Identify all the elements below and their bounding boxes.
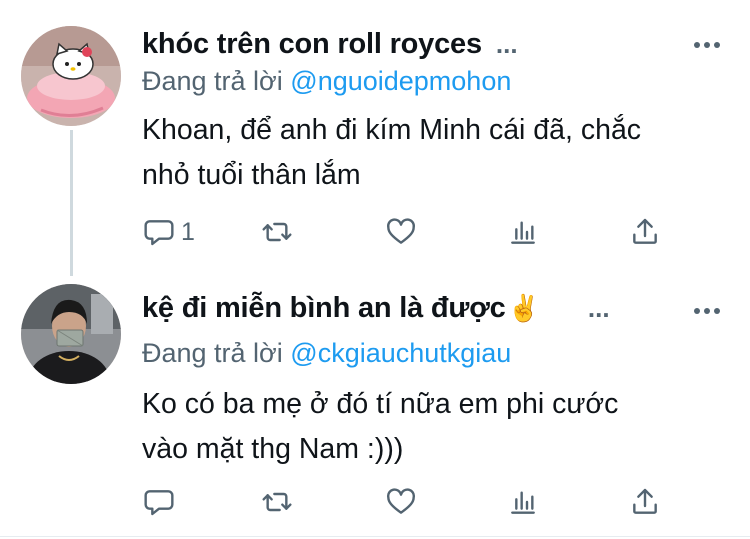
more-dots-icon[interactable]	[694, 34, 724, 56]
like-button[interactable]	[385, 482, 417, 522]
reply-thread: khóc trên con roll royces ... Đang trả l…	[0, 0, 750, 539]
tweet-text-line: Ko có ba mẹ ở đó tí nữa em phi cước	[142, 388, 619, 420]
reply-count: 1	[181, 217, 195, 246]
avatar[interactable]	[21, 284, 121, 384]
person-avatar	[21, 284, 121, 384]
more-dots-icon[interactable]	[694, 300, 724, 322]
action-bar	[0, 482, 750, 522]
author-row: kệ đi miễn bình an là được ✌️ ...	[142, 292, 610, 325]
replying-to: Đang trả lời @ckgiauchutkgiau	[142, 338, 511, 369]
bar-chart-icon	[511, 221, 535, 244]
name-truncation: ...	[495, 29, 518, 59]
tweet-text-line: nhỏ tuổi thân lắm	[142, 159, 361, 191]
victory-hand-emoji: ✌️	[507, 293, 540, 323]
author-row: khóc trên con roll royces ...	[142, 28, 518, 61]
reply-button[interactable]: 1	[143, 212, 195, 252]
name-truncation: ...	[587, 293, 610, 323]
tweet-text: Khoan, để anh đi kím Minh cái đã, chắc n…	[142, 108, 732, 198]
heart-icon	[387, 218, 415, 244]
share-upload-icon	[633, 488, 657, 514]
tweet[interactable]: kệ đi miễn bình an là được ✌️ ... Đang t…	[0, 268, 750, 536]
replying-to-label: Đang trả lời	[142, 338, 283, 368]
share-button[interactable]	[629, 212, 661, 252]
share-button[interactable]	[629, 482, 661, 522]
like-button[interactable]	[385, 212, 417, 252]
retweet-icon	[262, 222, 292, 242]
heart-icon	[387, 488, 415, 514]
divider	[0, 536, 750, 537]
tweet-text: Ko có ba mẹ ở đó tí nữa em phi cước vào …	[142, 382, 732, 472]
reply-handle-link[interactable]: @ckgiauchutkgiau	[290, 338, 511, 368]
replying-to: Đang trả lời @nguoidepmohon	[142, 66, 511, 97]
stats-button[interactable]	[507, 482, 539, 522]
retweet-icon	[262, 492, 292, 512]
speech-bubble-icon	[144, 490, 174, 516]
share-upload-icon	[633, 218, 657, 244]
tweet[interactable]: khóc trên con roll royces ... Đang trả l…	[0, 0, 750, 268]
stats-button[interactable]	[507, 212, 539, 252]
avatar[interactable]	[21, 26, 121, 126]
display-name[interactable]: kệ đi miễn bình an là được	[142, 292, 506, 325]
tweet-text-line: Khoan, để anh đi kím Minh cái đã, chắc	[142, 114, 642, 146]
hello-kitty-avatar	[21, 26, 121, 126]
retweet-button[interactable]	[261, 482, 293, 522]
speech-bubble-icon	[144, 220, 174, 246]
tweet-text-line: vào mặt thg Nam :)))	[142, 433, 404, 465]
action-bar: 1	[0, 212, 750, 252]
replying-to-label: Đang trả lời	[142, 66, 283, 96]
bar-chart-icon	[511, 491, 535, 514]
display-name[interactable]: khóc trên con roll royces	[142, 28, 482, 61]
reply-button[interactable]	[143, 482, 181, 522]
retweet-button[interactable]	[261, 212, 293, 252]
reply-handle-link[interactable]: @nguoidepmohon	[290, 66, 511, 96]
